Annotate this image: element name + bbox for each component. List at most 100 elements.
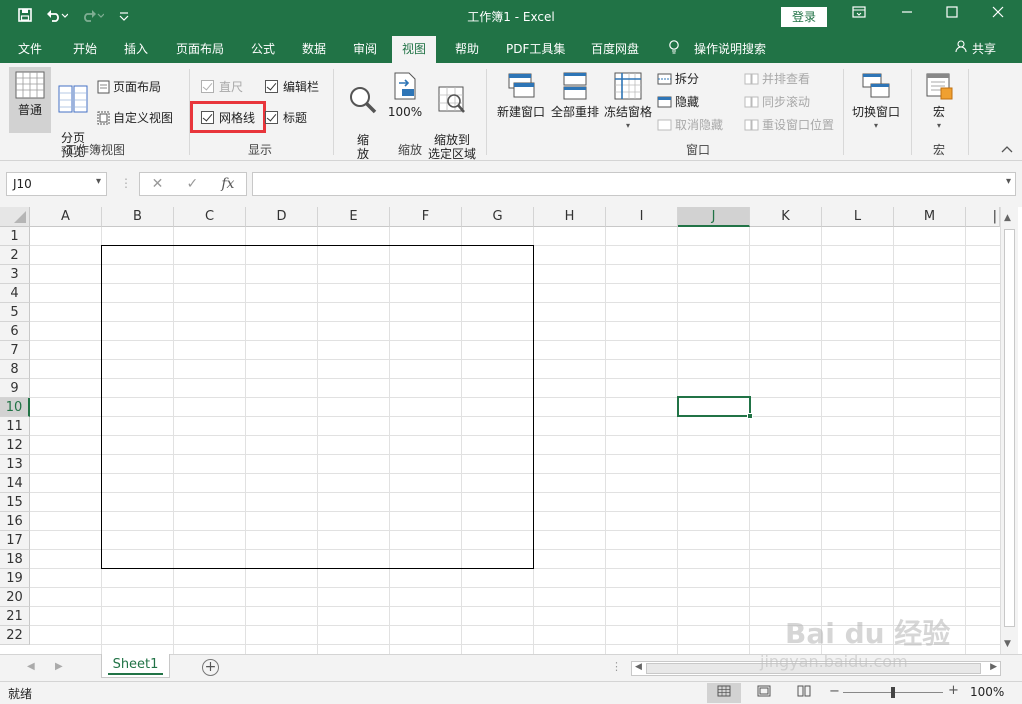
column-header[interactable]: I — [606, 207, 678, 227]
row-header[interactable]: 1 — [0, 227, 30, 246]
prev-sheet-icon[interactable]: ◀ — [27, 661, 35, 672]
tab-formulas[interactable]: 公式 — [251, 40, 275, 57]
column-header[interactable]: G — [462, 207, 534, 227]
row-header[interactable]: 13 — [0, 455, 30, 474]
ribbon-display-options-icon[interactable] — [849, 6, 869, 22]
headings-checkbox[interactable]: 标题 — [265, 111, 307, 125]
row-header[interactable]: 12 — [0, 436, 30, 455]
enter-icon[interactable]: ✓ — [186, 176, 198, 192]
row-header[interactable]: 11 — [0, 417, 30, 436]
column-header[interactable]: A — [30, 207, 102, 227]
zoom-to-selection-button[interactable]: 缩放到 选定区域 — [426, 71, 478, 161]
drag-handle-icon[interactable]: ⋮ — [120, 176, 132, 190]
row-header[interactable]: 19 — [0, 569, 30, 588]
tab-home[interactable]: 开始 — [73, 40, 97, 57]
view-side-by-side-button[interactable]: 并排查看 — [744, 72, 810, 86]
chevron-down-icon[interactable]: ▾ — [96, 176, 101, 187]
fill-handle[interactable] — [747, 413, 753, 419]
scroll-right-icon[interactable]: ▶ — [990, 662, 997, 672]
arrange-all-button[interactable]: 全部重排 — [549, 71, 601, 119]
row-header[interactable]: 14 — [0, 474, 30, 493]
freeze-panes-button[interactable]: 冻结窗格 ▾ — [602, 71, 654, 133]
column-header[interactable]: H — [534, 207, 606, 227]
gridlines-checkbox[interactable]: 网格线 — [201, 111, 255, 125]
tab-data[interactable]: 数据 — [302, 40, 326, 57]
page-layout-status-icon[interactable] — [747, 683, 781, 703]
row-header[interactable]: 16 — [0, 512, 30, 531]
row-header[interactable]: 22 — [0, 626, 30, 645]
normal-view-status-icon[interactable] — [707, 683, 741, 703]
normal-view-button[interactable]: 普通 — [9, 67, 51, 133]
column-header[interactable]: | — [966, 207, 1000, 227]
zoom-button[interactable]: 缩 放 — [345, 71, 381, 161]
row-header[interactable]: 3 — [0, 265, 30, 284]
vertical-scrollbar[interactable]: ▲ ▼ — [1000, 207, 1018, 654]
tab-baidu-netdisk[interactable]: 百度网盘 — [591, 40, 639, 57]
zoom-level[interactable]: 100% — [970, 685, 1004, 699]
scroll-up-icon[interactable]: ▲ — [1004, 213, 1011, 223]
custom-views-button[interactable]: 自定义视图 — [97, 111, 173, 125]
row-header[interactable]: 8 — [0, 360, 30, 379]
column-header[interactable]: C — [174, 207, 246, 227]
page-layout-view-button[interactable]: 页面布局 — [97, 80, 161, 94]
name-box[interactable]: J10 ▾ — [6, 172, 107, 196]
column-header[interactable]: K — [750, 207, 822, 227]
maximize-icon[interactable] — [942, 6, 962, 22]
share-icon[interactable] — [955, 40, 967, 55]
next-sheet-icon[interactable]: ▶ — [55, 661, 63, 672]
tab-review[interactable]: 审阅 — [353, 40, 377, 57]
reset-window-position-button[interactable]: 重设窗口位置 — [744, 118, 834, 132]
row-header[interactable]: 17 — [0, 531, 30, 550]
row-header[interactable]: 6 — [0, 322, 30, 341]
insert-function-icon[interactable]: fx — [221, 176, 234, 192]
add-sheet-icon[interactable]: + — [202, 659, 219, 676]
column-header[interactable]: M — [894, 207, 966, 227]
hide-button[interactable]: 隐藏 — [657, 95, 699, 109]
row-header[interactable]: 21 — [0, 607, 30, 626]
zoom-in-icon[interactable]: + — [948, 683, 959, 698]
column-header[interactable]: E — [318, 207, 390, 227]
share-button[interactable]: 共享 — [972, 40, 996, 57]
new-window-button[interactable]: 新建窗口 — [494, 71, 548, 119]
row-header[interactable]: 15 — [0, 493, 30, 512]
expand-formula-bar-icon[interactable]: ▾ — [1006, 176, 1011, 187]
row-header[interactable]: 18 — [0, 550, 30, 569]
macros-button[interactable]: 宏 ▾ — [921, 71, 957, 133]
column-header-selected[interactable]: J — [678, 207, 750, 227]
ruler-checkbox[interactable]: 直尺 — [201, 80, 243, 94]
tab-file[interactable]: 文件 — [18, 40, 42, 57]
collapse-ribbon-icon[interactable] — [1001, 145, 1013, 156]
tab-help[interactable]: 帮助 — [455, 40, 479, 57]
column-header[interactable]: L — [822, 207, 894, 227]
row-header[interactable]: 4 — [0, 284, 30, 303]
scroll-left-icon[interactable]: ◀ — [635, 662, 642, 672]
drag-handle-icon[interactable]: ⋮ — [611, 660, 622, 673]
scrollbar-thumb[interactable] — [1004, 229, 1015, 627]
cancel-icon[interactable]: ✕ — [152, 176, 164, 192]
zoom-slider-thumb[interactable] — [891, 687, 895, 698]
login-button[interactable]: 登录 — [781, 7, 827, 27]
page-break-status-icon[interactable] — [787, 683, 821, 703]
select-all-corner[interactable] — [0, 207, 30, 227]
row-header[interactable]: 2 — [0, 246, 30, 265]
row-header[interactable]: 20 — [0, 588, 30, 607]
formula-bar-checkbox[interactable]: 编辑栏 — [265, 80, 319, 94]
row-header[interactable]: 5 — [0, 303, 30, 322]
zoom-100-button[interactable]: 100% — [387, 71, 423, 119]
formula-input[interactable]: ▾ — [252, 172, 1016, 196]
tab-insert[interactable]: 插入 — [124, 40, 148, 57]
close-icon[interactable] — [988, 6, 1008, 22]
row-header[interactable]: 9 — [0, 379, 30, 398]
tab-page-layout[interactable]: 页面布局 — [176, 40, 224, 57]
column-header[interactable]: B — [102, 207, 174, 227]
sheet-tab[interactable]: Sheet1 — [101, 654, 170, 678]
active-cell-j10[interactable] — [677, 396, 753, 419]
row-header-selected[interactable]: 10 — [0, 398, 30, 417]
row-header[interactable]: 7 — [0, 341, 30, 360]
column-header[interactable]: D — [246, 207, 318, 227]
worksheet-grid[interactable]: A B C D E F G H I J K L M | 1 2 3 4 5 6 … — [0, 207, 1022, 654]
scroll-down-icon[interactable]: ▼ — [1004, 639, 1011, 649]
tab-view[interactable]: 视图 — [392, 36, 437, 63]
tell-me-search[interactable]: 操作说明搜索 — [694, 40, 766, 57]
switch-windows-button[interactable]: 切换窗口 ▾ — [849, 71, 903, 133]
